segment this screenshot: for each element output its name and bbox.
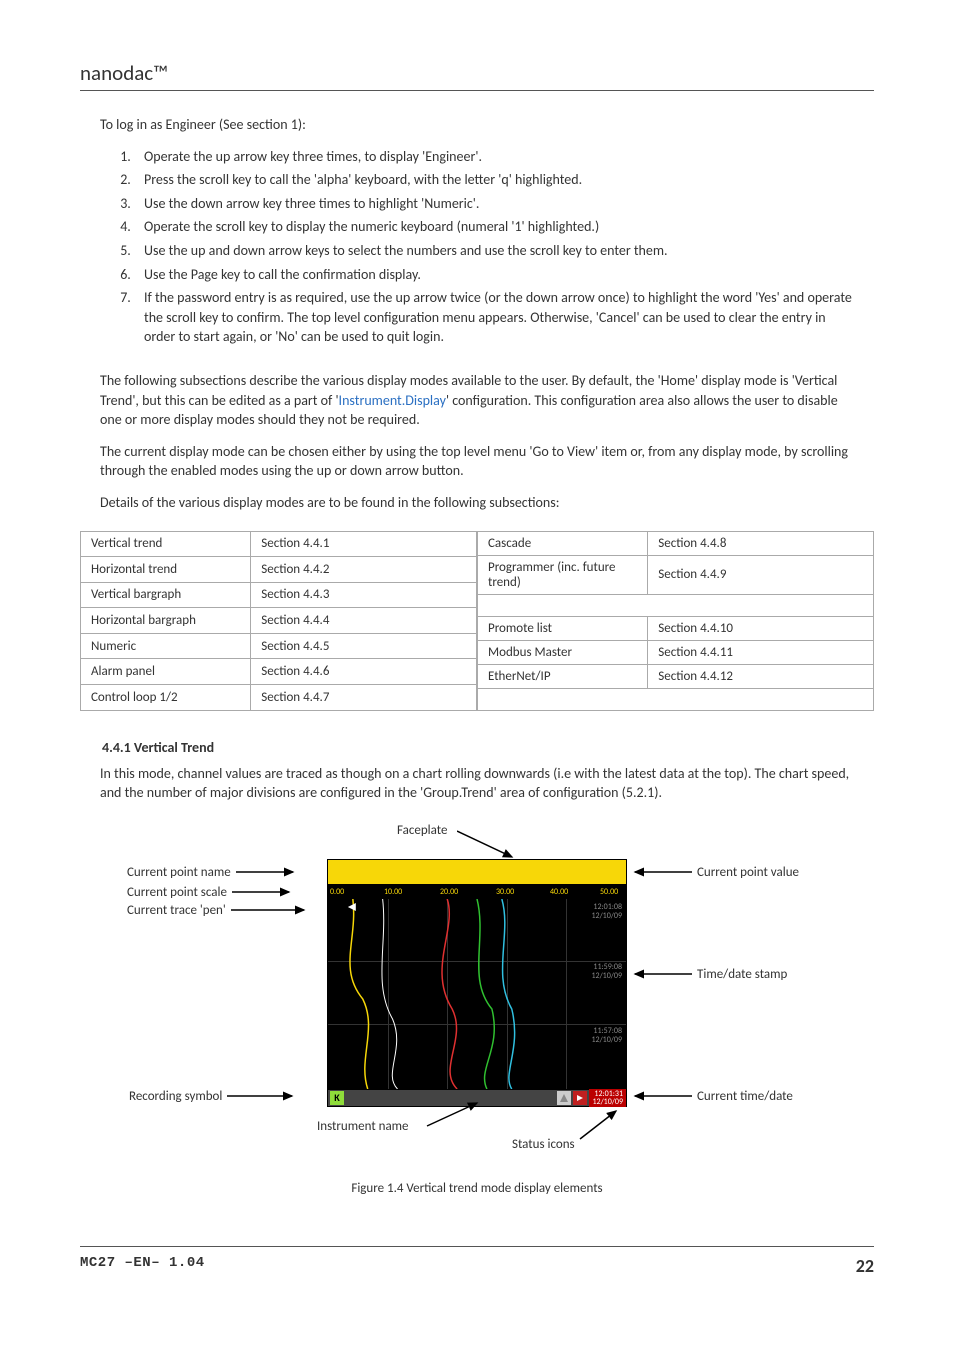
step-5: Use the up and down arrow keys to select… bbox=[134, 241, 854, 261]
footer-doc-id: MC27 –EN– 1.04 bbox=[80, 1255, 205, 1277]
timestamp-2: 11:57:08 12/10/09 bbox=[591, 1027, 622, 1045]
figure-caption: Figure 1.4 Vertical trend mode display e… bbox=[157, 1181, 797, 1196]
trend-area: 12:01:08 12/10/09 11:59:08 12/10/09 11:5… bbox=[327, 899, 627, 1089]
timestamp-0: 12:01:08 12/10/09 bbox=[591, 903, 622, 921]
instrument-display-link[interactable]: Instrument.Display bbox=[339, 392, 446, 409]
display-modes-table: Vertical trendSection 4.4.1 Horizontal t… bbox=[80, 531, 874, 711]
table-row: Control loop 1/2Section 4.4.7 bbox=[81, 684, 477, 710]
section-body-4-4-1: In this mode, channel values are traced … bbox=[100, 764, 854, 803]
modes-table-left: Vertical trendSection 4.4.1 Horizontal t… bbox=[80, 531, 477, 711]
callout-current-point-name: Current point name bbox=[127, 865, 327, 880]
trend-display-box: Current point name Current point scale C… bbox=[327, 859, 627, 1107]
faceplate-bar bbox=[327, 859, 627, 885]
modes-table-right: CascadeSection 4.4.8 Programmer (inc. fu… bbox=[477, 531, 874, 711]
table-row: Promote listSection 4.4.10 bbox=[478, 616, 874, 640]
footer-page-number: 22 bbox=[856, 1255, 874, 1277]
callout-instrument-name: Instrument name bbox=[317, 1119, 409, 1134]
para-display-modes-1: The following subsections describe the v… bbox=[100, 371, 854, 430]
label-faceplate: Faceplate bbox=[397, 823, 447, 838]
step-7: If the password entry is as required, us… bbox=[134, 288, 854, 347]
page-footer: MC27 –EN– 1.04 22 bbox=[80, 1246, 874, 1277]
callout-current-time-date: Current time/date bbox=[627, 1089, 837, 1104]
recording-symbol-icon: K bbox=[330, 1091, 344, 1105]
table-row: Programmer (inc. future trend)Section 4.… bbox=[478, 555, 874, 594]
callout-status-icons: Status icons bbox=[512, 1137, 575, 1152]
table-row: CascadeSection 4.4.8 bbox=[478, 531, 874, 555]
intro-text: To log in as Engineer (See section 1): bbox=[100, 115, 854, 135]
callout-time-date-stamp: Time/date stamp bbox=[627, 967, 837, 982]
table-row: Vertical trendSection 4.4.1 bbox=[81, 531, 477, 557]
arrow-faceplate bbox=[457, 829, 527, 861]
section-heading-4-4-1: 4.4.1 Vertical Trend bbox=[102, 739, 874, 756]
callout-current-point-scale: Current point scale bbox=[127, 885, 327, 900]
scale-bar: 0.00 10.00 20.00 30.00 40.00 50.00 bbox=[327, 885, 627, 899]
trend-traces bbox=[328, 899, 626, 1089]
status-time: 12:01:31 12/10/09 bbox=[589, 1089, 626, 1107]
status-icon-2 bbox=[573, 1091, 587, 1105]
table-row: Modbus MasterSection 4.4.11 bbox=[478, 640, 874, 664]
table-row: Horizontal bargraphSection 4.4.4 bbox=[81, 608, 477, 634]
table-row: Vertical bargraphSection 4.4.3 bbox=[81, 582, 477, 608]
table-row: Horizontal trendSection 4.4.2 bbox=[81, 557, 477, 583]
timestamp-1: 11:59:08 12/10/09 bbox=[591, 963, 622, 981]
step-2: Press the scroll key to call the 'alpha'… bbox=[134, 170, 854, 190]
table-row: NumericSection 4.4.5 bbox=[81, 633, 477, 659]
table-row: EtherNet/IPSection 4.4.12 bbox=[478, 664, 874, 688]
step-3: Use the down arrow key three times to hi… bbox=[134, 194, 854, 214]
step-1: Operate the up arrow key three times, to… bbox=[134, 147, 854, 167]
step-6: Use the Page key to call the confirmatio… bbox=[134, 265, 854, 285]
callout-recording-symbol: Recording symbol bbox=[129, 1089, 327, 1104]
step-4: Operate the scroll key to display the nu… bbox=[134, 217, 854, 237]
callout-current-point-value: Current point value bbox=[627, 865, 837, 880]
figure-vertical-trend: Faceplate Current point name Current poi… bbox=[157, 823, 797, 1196]
para-display-modes-3: Details of the various display modes are… bbox=[100, 493, 854, 513]
table-row bbox=[478, 594, 874, 616]
callout-current-trace-pen: Current trace 'pen' bbox=[127, 903, 337, 918]
login-steps: Operate the up arrow key three times, to… bbox=[100, 147, 854, 347]
status-icon-1 bbox=[557, 1091, 571, 1105]
para-display-modes-2: The current display mode can be chosen e… bbox=[100, 442, 854, 481]
table-row: Alarm panelSection 4.4.6 bbox=[81, 659, 477, 685]
document-title: nanodac™ bbox=[80, 60, 874, 91]
table-row bbox=[478, 688, 874, 710]
